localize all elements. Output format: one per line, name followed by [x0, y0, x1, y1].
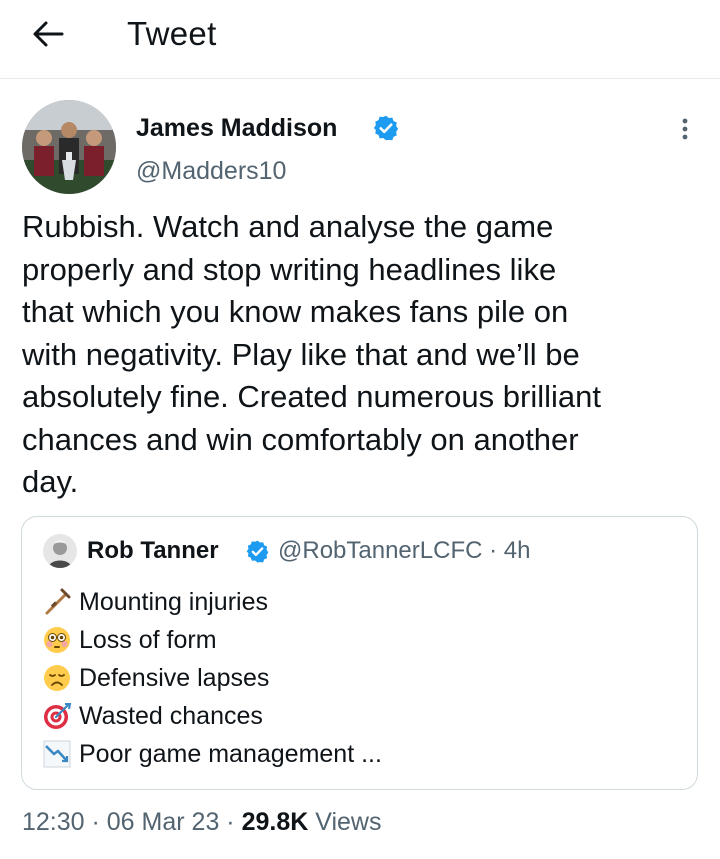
crutch-icon	[45, 588, 71, 615]
list-item-label: Defensive lapses	[79, 664, 270, 692]
separator-dot: ·	[219, 808, 242, 836]
top-bar: Tweet	[0, 0, 720, 78]
list-item-label: Mounting injuries	[79, 588, 268, 616]
verified-badge-icon	[246, 540, 269, 563]
header-divider	[0, 78, 720, 79]
list-item-label: Wasted chances	[79, 702, 263, 730]
more-vertical-icon	[682, 118, 688, 140]
list-item-label: Loss of form	[79, 626, 217, 654]
author-handle[interactable]: @Madders10	[136, 155, 286, 187]
chart-decreasing-icon	[43, 740, 71, 768]
list-item: Poor game management ...	[42, 735, 682, 773]
page-title: Tweet	[127, 15, 217, 52]
back-button[interactable]	[26, 14, 70, 54]
list-item-label: Poor game management ...	[79, 740, 382, 768]
quoted-tweet[interactable]: Rob Tanner @RobTannerLCFC · 4h Mounting …	[21, 516, 698, 790]
quoted-author-avatar	[43, 534, 77, 568]
tweet-text: Rubbish. Watch and analyse the game prop…	[22, 209, 601, 499]
quoted-author-name: Rob Tanner	[87, 537, 219, 564]
tweet-meta: 12:30 · 06 Mar 23 · 29.8K Views	[22, 805, 381, 839]
list-item: Loss of form	[42, 621, 682, 659]
tweet-time[interactable]: 12:30	[22, 808, 85, 836]
views-label: Views	[308, 808, 382, 836]
direct-hit-icon	[44, 703, 72, 729]
disappointed-face-icon	[44, 665, 70, 691]
arrow-left-icon	[33, 21, 64, 47]
flushed-face-icon	[44, 627, 70, 653]
separator-dot: ·	[84, 808, 107, 836]
avatar-photo	[22, 100, 116, 194]
list-item: Mounting injuries	[42, 583, 682, 621]
author-name[interactable]: James Maddison	[136, 112, 337, 144]
quoted-tweet-text: Mounting injuries Loss of form Defensive…	[42, 583, 682, 773]
verified-badge-icon	[373, 115, 399, 141]
quoted-handle-time: @RobTannerLCFC · 4h	[278, 537, 531, 564]
more-options-button[interactable]	[670, 114, 700, 144]
tweet-date[interactable]: 06 Mar 23	[107, 808, 220, 836]
list-item: Defensive lapses	[42, 659, 682, 697]
list-item: Wasted chances	[42, 697, 682, 735]
author-avatar[interactable]	[22, 100, 116, 194]
views-count: 29.8K	[241, 808, 309, 836]
